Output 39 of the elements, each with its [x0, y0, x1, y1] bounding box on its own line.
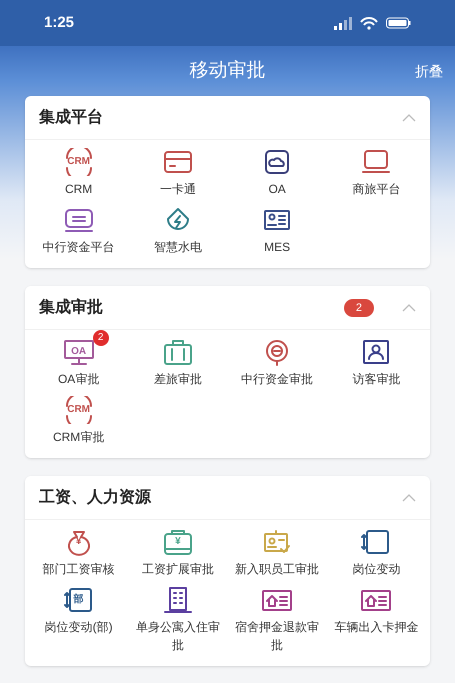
app-label[interactable]: MES	[262, 238, 292, 256]
app-label[interactable]: 新入职员工审批	[233, 560, 322, 578]
chevron-up-icon[interactable]	[402, 304, 416, 312]
section-title: 工资、人力资源	[39, 488, 151, 508]
app-label[interactable]: 智慧水电	[152, 238, 204, 256]
chevron-up-icon[interactable]	[402, 114, 416, 122]
app-label[interactable]: 中行资金审批	[239, 370, 316, 388]
app-label[interactable]: 宿舍押金退款审批	[228, 618, 327, 654]
app-label[interactable]: 一卡通	[158, 180, 198, 198]
battery-icon	[386, 17, 411, 29]
app-label[interactable]: 商旅平台	[350, 180, 402, 198]
count-badge: 2	[92, 330, 109, 346]
app-label[interactable]: 单身公寓入住审批	[128, 618, 228, 654]
section-title: 集成审批	[39, 297, 103, 318]
app-label[interactable]: OA	[266, 180, 288, 198]
icon-text: CRM	[67, 405, 90, 415]
app-label[interactable]: CRM	[62, 180, 94, 198]
icon-text: OA	[71, 347, 86, 357]
status-time: 1:25	[44, 12, 74, 33]
icon-text: CRM	[67, 157, 90, 167]
section-title: 集成平台	[39, 108, 103, 128]
page-title: 移动审批	[190, 58, 266, 83]
app-label[interactable]: 岗位变动(部)	[42, 618, 115, 636]
wifi-icon	[360, 16, 378, 30]
count-badge: 2	[344, 298, 374, 316]
app-label[interactable]: OA审批	[56, 370, 102, 388]
app-label[interactable]: 岗位变动	[350, 560, 402, 578]
app-label[interactable]: 部门工资审核	[40, 560, 117, 578]
chevron-up-icon[interactable]	[402, 494, 416, 502]
app-label[interactable]: 访客审批	[350, 370, 402, 388]
app-label[interactable]: 中行资金平台	[40, 238, 117, 256]
collapse-button[interactable]: 折叠	[415, 60, 443, 82]
signal-icon	[334, 16, 352, 30]
app-label[interactable]: 工资扩展审批	[140, 560, 216, 578]
icon-text: 部	[74, 595, 84, 605]
app-label[interactable]: 差旅审批	[152, 370, 204, 388]
app-label[interactable]: CRM审批	[50, 428, 106, 446]
app-label[interactable]: 车辆出入卡押金	[332, 618, 420, 636]
icon-text: ¥	[175, 537, 181, 547]
